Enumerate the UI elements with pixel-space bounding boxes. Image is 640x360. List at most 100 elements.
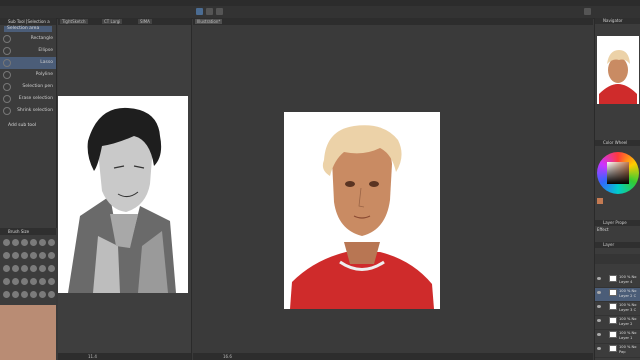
layer-blend-info: 100 % No	[619, 331, 637, 335]
eye-icon[interactable]	[597, 333, 601, 336]
illustration-canvas[interactable]	[284, 112, 440, 309]
add-sub-tool-label: Add sub tool	[8, 123, 37, 128]
brush-size-preset[interactable]	[48, 265, 55, 272]
layer-blend-info: 100 % No	[619, 289, 637, 293]
add-sub-tool-button[interactable]: Add sub tool	[8, 123, 36, 128]
brush-size-preset[interactable]	[30, 291, 37, 298]
layer-name: Pap	[619, 350, 626, 354]
eye-icon[interactable]	[597, 277, 601, 280]
brush-size-preset[interactable]	[21, 252, 28, 259]
sub-tool-lasso[interactable]: Lasso	[0, 57, 56, 69]
brush-size-preset[interactable]	[3, 291, 10, 298]
sub-tool-polyline[interactable]: Polyline	[0, 69, 56, 81]
layer-thumbnail	[609, 289, 617, 296]
brush-size-preset[interactable]	[48, 291, 55, 298]
brush-size-header: Brush Size	[0, 228, 56, 235]
brush-size-preset[interactable]	[39, 252, 46, 259]
selection-tool-icon	[3, 107, 11, 115]
brush-size-preset[interactable]	[30, 265, 37, 272]
selection-area-group[interactable]: Selection area	[4, 26, 52, 32]
brush-size-preset[interactable]	[12, 239, 19, 246]
brush-size-preset[interactable]	[21, 265, 28, 272]
brush-size-preset[interactable]	[12, 291, 19, 298]
sub-tool-title: Sub Tool [Selection a	[8, 19, 50, 24]
layer-row[interactable]: 100 % No Layer 3 C	[595, 302, 640, 316]
layer-title: Layer	[603, 242, 615, 247]
brush-size-preset[interactable]	[30, 278, 37, 285]
layer-row[interactable]: 100 % No Layer 2	[595, 316, 640, 330]
brush-tool-icon[interactable]	[216, 8, 223, 15]
sub-tool-shrink-selection[interactable]: Shrink selection	[0, 105, 56, 117]
sub-tool-label: Ellipse	[38, 48, 53, 53]
eye-icon[interactable]	[597, 347, 601, 350]
brush-size-preset[interactable]	[21, 291, 28, 298]
select-tool-icon[interactable]	[196, 8, 203, 15]
brush-size-preset[interactable]	[39, 239, 46, 246]
layer-name: Layer 4	[619, 280, 633, 284]
sub-tool-header: Sub Tool [Selection a	[0, 18, 56, 25]
brush-size-preset[interactable]	[39, 265, 46, 272]
brush-size-preset[interactable]	[39, 278, 46, 285]
color-square[interactable]	[607, 162, 629, 184]
sub-tool-label: Rectangle	[30, 36, 53, 41]
navigator-title: Navigator	[603, 18, 623, 23]
brush-size-preset[interactable]	[3, 265, 10, 272]
layer-row[interactable]: 100 % No Layer 4	[595, 274, 640, 288]
brush-size-preset[interactable]	[21, 239, 28, 246]
sub-tool-ellipse[interactable]: Ellipse	[0, 45, 56, 57]
layer-name: Layer 2	[619, 322, 633, 326]
grayscale-portrait-sketch	[68, 107, 176, 293]
brush-size-preset[interactable]	[48, 239, 55, 246]
selection-tool-icon	[3, 71, 11, 79]
eye-icon[interactable]	[597, 291, 601, 294]
layer-list: 100 % No Layer 4 100 % No Layer 2 C 100 % No…	[595, 274, 640, 360]
layer-thumbnail	[609, 331, 617, 338]
brush-size-preset[interactable]	[39, 291, 46, 298]
layer-row[interactable]: 100 % No Layer 1	[595, 330, 640, 344]
selection-area-label: Selection area	[7, 26, 40, 31]
tab-tightsketch[interactable]: TightSketch	[60, 19, 88, 24]
eye-icon[interactable]	[597, 319, 601, 322]
layer-row[interactable]: 100 % No Layer 2 C	[595, 288, 640, 302]
eye-icon[interactable]	[597, 305, 601, 308]
right-panel-column: Navigator Color Wheel Layer Prope Effect…	[594, 18, 640, 360]
color-wheel[interactable]	[597, 152, 639, 194]
layer-blend-info: 100 % No	[619, 317, 637, 321]
brush-size-preset[interactable]	[12, 278, 19, 285]
panel-toggle-icon[interactable]	[584, 8, 591, 15]
layer-property-title: Layer Prope	[603, 220, 627, 225]
brush-size-title: Brush Size	[8, 229, 30, 234]
sub-tool-rectangle[interactable]: Rectangle	[0, 33, 56, 45]
main-zoom-value[interactable]: 16.6	[223, 354, 232, 359]
brush-size-preset[interactable]	[3, 239, 10, 246]
sub-tool-label: Selection pen	[22, 84, 53, 89]
sub-tool-selection-pen[interactable]: Selection pen	[0, 81, 56, 93]
current-color-swatch[interactable]	[597, 198, 603, 204]
layer-toolbar	[595, 254, 640, 264]
brush-size-preset[interactable]	[3, 252, 10, 259]
navigator-preview[interactable]	[597, 36, 639, 104]
sub-tool-label: Lasso	[40, 60, 53, 65]
reference-status-bar: 11.4	[58, 353, 191, 360]
brush-size-preset[interactable]	[12, 265, 19, 272]
brush-size-preset[interactable]	[21, 278, 28, 285]
tab-illustration[interactable]: Illustration*	[195, 19, 223, 24]
tab-sima[interactable]: SIMA	[138, 19, 152, 24]
brush-size-preset[interactable]	[12, 252, 19, 259]
brush-size-preset[interactable]	[30, 252, 37, 259]
sub-tool-erase-selection[interactable]: Erase selection	[0, 93, 56, 105]
colored-portrait-illustration	[290, 125, 434, 309]
layer-blend-info: 100 % No	[619, 303, 637, 307]
material-preview	[0, 305, 56, 360]
reference-zoom-value[interactable]: 11.4	[88, 354, 97, 359]
brush-size-preset[interactable]	[3, 278, 10, 285]
reference-tab-bar: TightSketch CT Largi SIMA	[58, 18, 191, 25]
brush-size-preset[interactable]	[48, 278, 55, 285]
brush-size-preset[interactable]	[48, 252, 55, 259]
brush-size-preset[interactable]	[30, 239, 37, 246]
navigator-header: Navigator	[595, 18, 640, 24]
tab-ct-largi[interactable]: CT Largi	[102, 19, 123, 24]
pen-tool-icon[interactable]	[206, 8, 213, 15]
layer-row[interactable]: 100 % No Pap	[595, 344, 640, 358]
selection-tool-icon	[3, 59, 11, 67]
